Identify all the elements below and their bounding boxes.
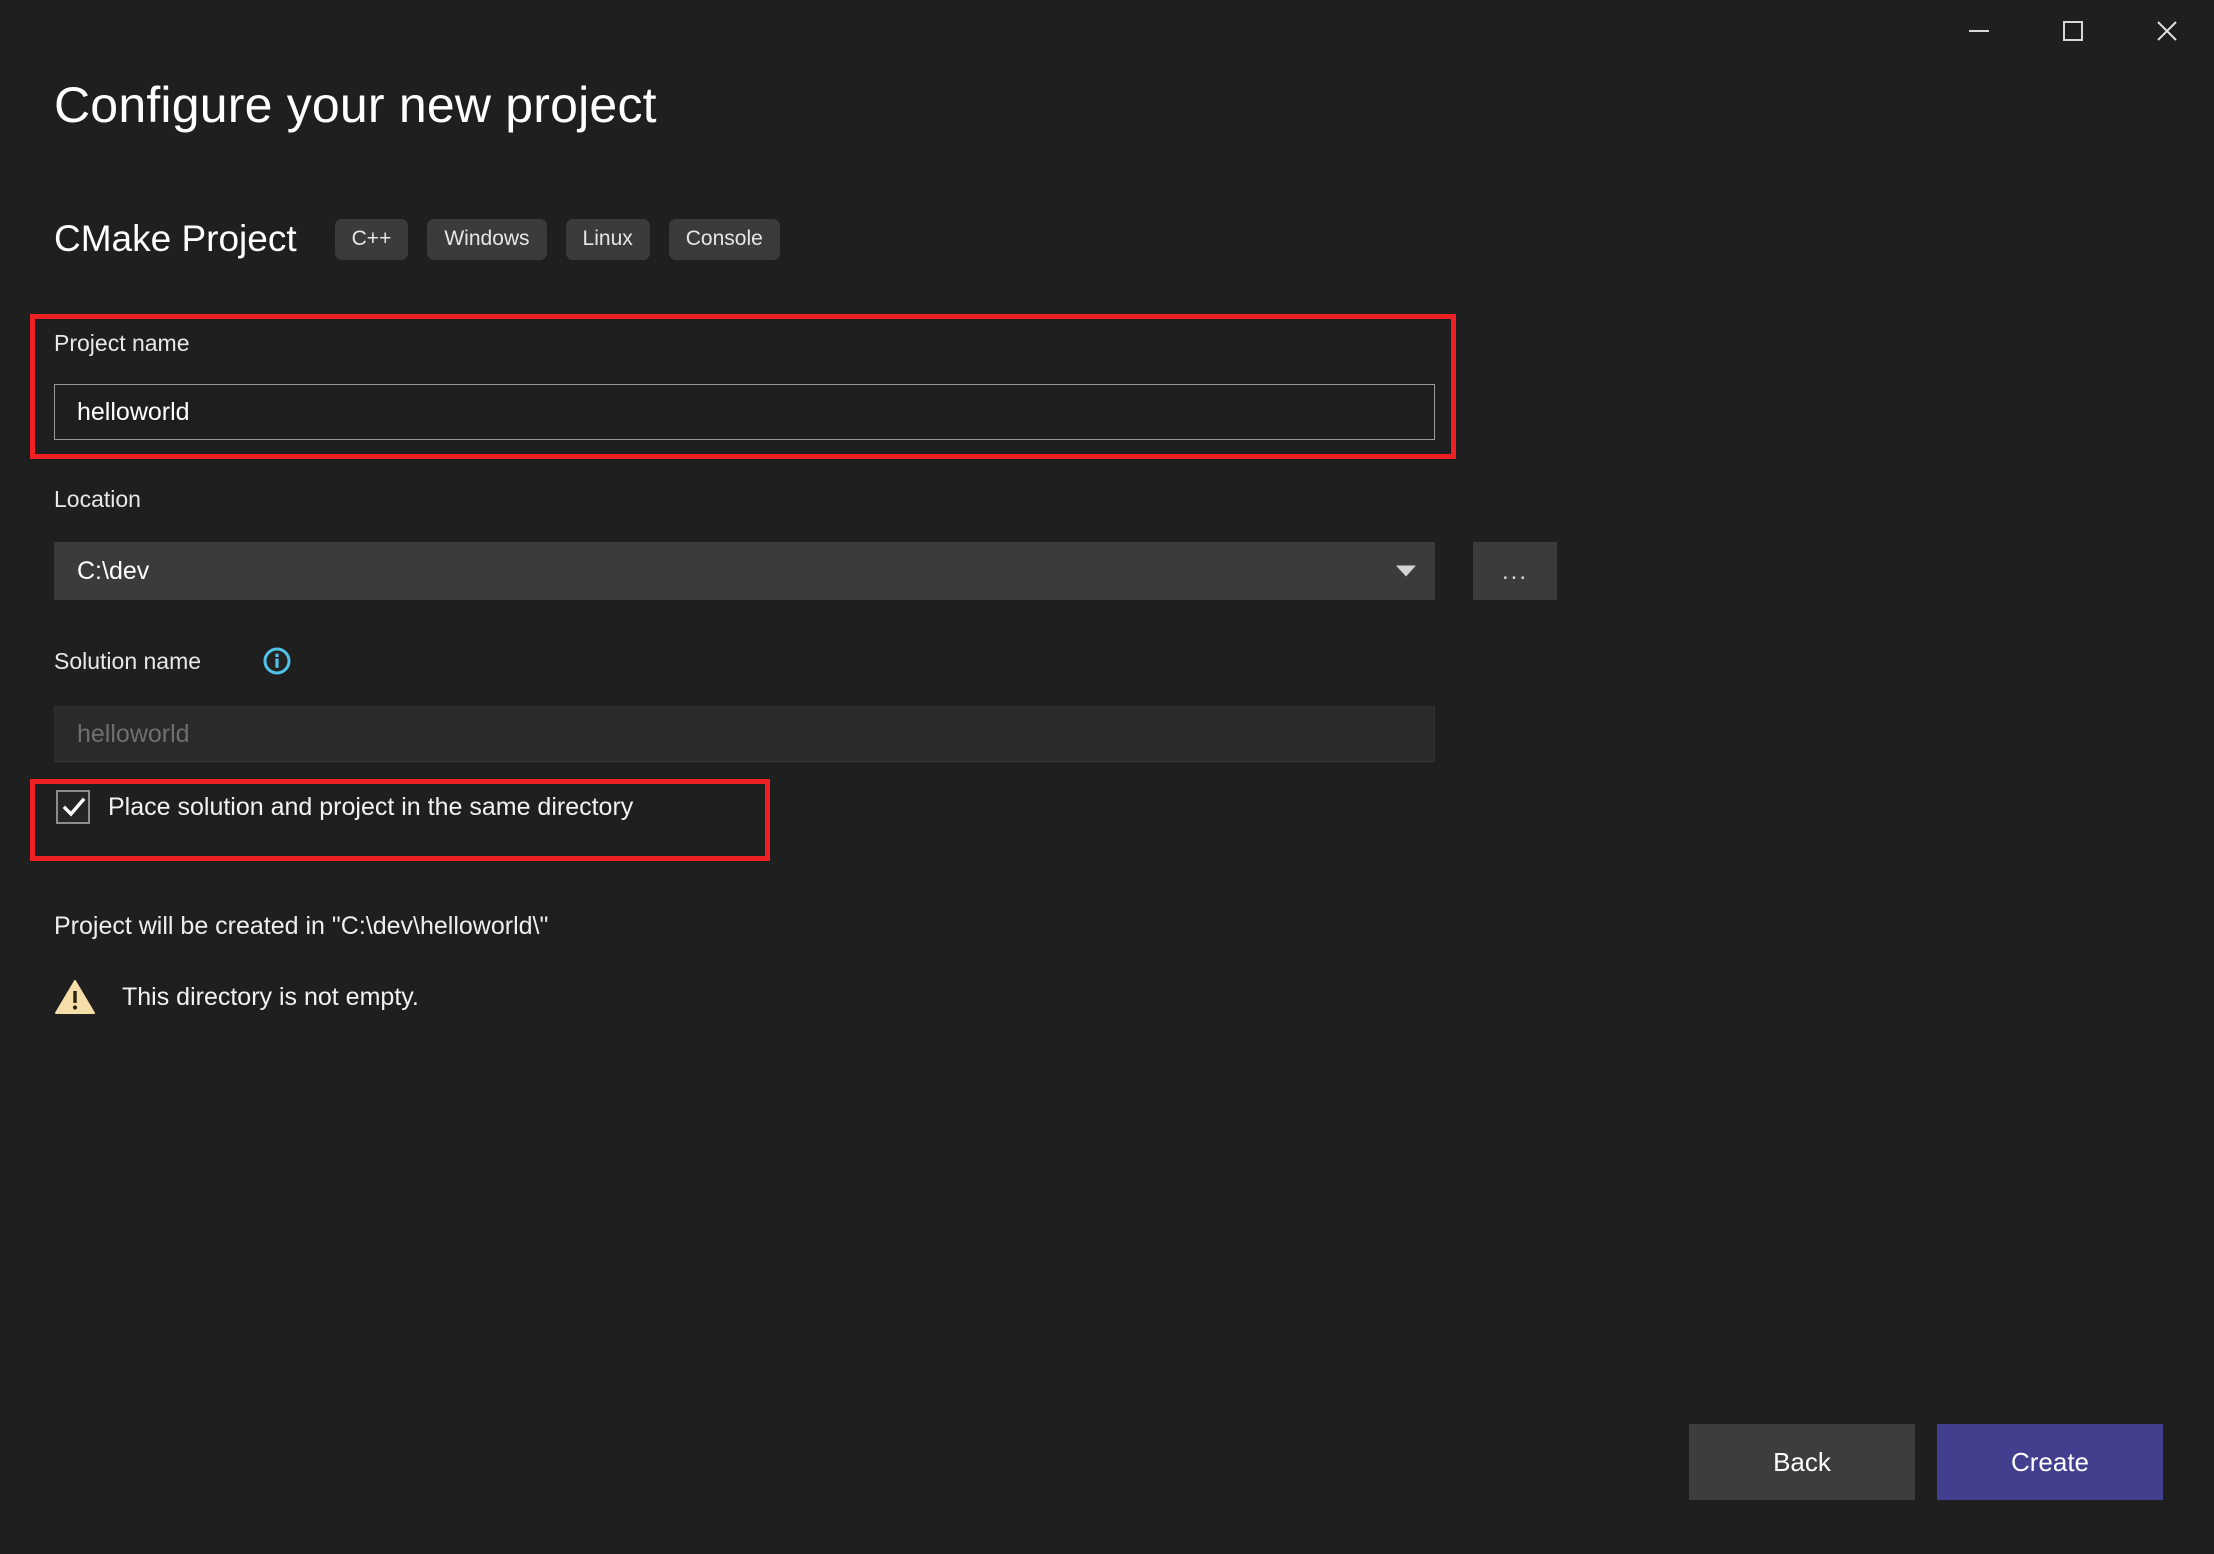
directory-warning-text: This directory is not empty. xyxy=(122,982,419,1011)
maximize-button[interactable] xyxy=(2026,0,2120,62)
maximize-icon xyxy=(2063,21,2083,41)
same-directory-checkbox-row[interactable]: Place solution and project in the same d… xyxy=(56,790,633,824)
browse-location-button[interactable]: ... xyxy=(1473,542,1557,600)
template-summary: CMake Project C++ Windows Linux Console xyxy=(54,212,799,266)
project-name-label: Project name xyxy=(54,330,190,356)
tag-platform-windows: Windows xyxy=(427,218,547,260)
create-button[interactable]: Create xyxy=(1937,1424,2163,1500)
page-title: Configure your new project xyxy=(54,77,657,133)
same-directory-checkbox[interactable] xyxy=(56,790,90,824)
tag-project-type: Console xyxy=(668,218,780,260)
location-label: Location xyxy=(54,486,141,512)
minimize-button[interactable] xyxy=(1932,0,2026,62)
project-path-message: Project will be created in "C:\dev\hello… xyxy=(54,912,549,940)
solution-name-input[interactable]: helloworld xyxy=(54,706,1435,762)
warning-triangle-icon xyxy=(55,980,95,1014)
back-button[interactable]: Back xyxy=(1689,1424,1915,1500)
minimize-icon xyxy=(1969,30,1989,32)
location-value: C:\dev xyxy=(77,556,150,585)
close-icon xyxy=(2157,21,2177,41)
info-icon[interactable] xyxy=(262,646,292,676)
checkmark-icon xyxy=(62,797,86,817)
same-directory-label: Place solution and project in the same d… xyxy=(108,792,634,821)
directory-warning: This directory is not empty. xyxy=(54,978,419,1016)
tag-language: C++ xyxy=(334,218,409,260)
template-name: CMake Project xyxy=(54,218,297,259)
chevron-down-icon xyxy=(1396,565,1416,577)
location-combobox[interactable]: C:\dev xyxy=(54,542,1435,600)
solution-name-label: Solution name xyxy=(54,648,202,674)
tag-platform-linux: Linux xyxy=(565,218,650,260)
title-bar xyxy=(0,0,2214,68)
project-name-input[interactable]: helloworld xyxy=(54,384,1435,440)
close-button[interactable] xyxy=(2120,0,2214,62)
